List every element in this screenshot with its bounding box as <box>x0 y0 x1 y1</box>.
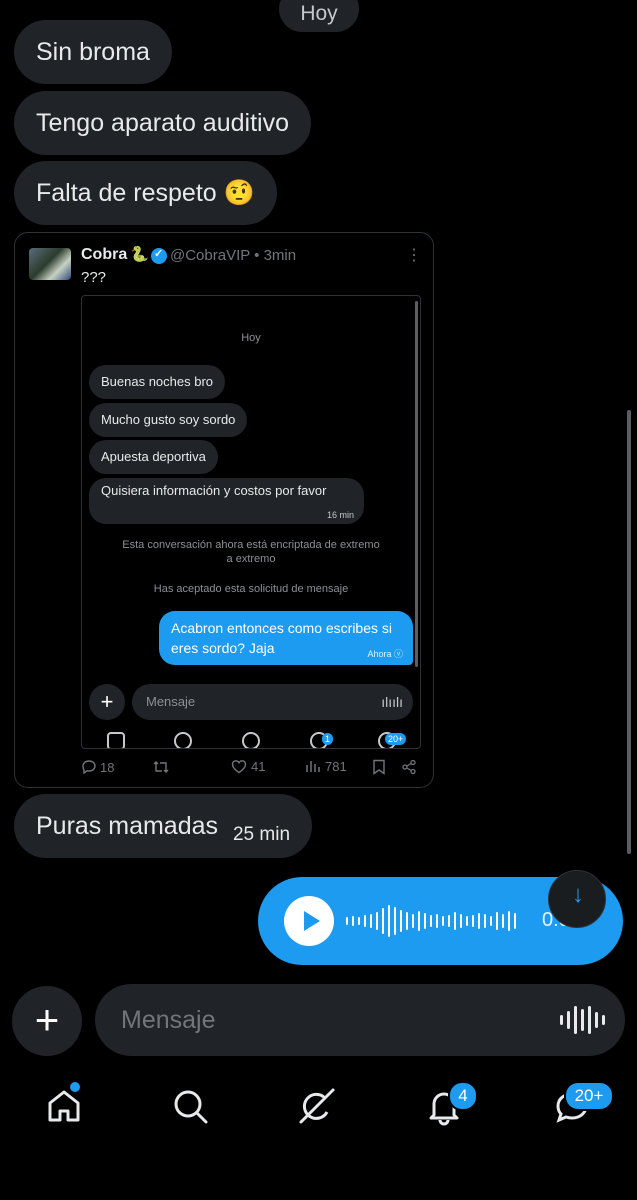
views-button[interactable]: 781 <box>305 759 347 774</box>
repost-icon <box>153 761 169 773</box>
post-image-screenshot[interactable]: Hoy Buenas noches bro Mucho gusto soy so… <box>81 295 421 749</box>
repost-button[interactable] <box>152 759 170 775</box>
message-input: Mensaje ılıılı <box>132 684 413 720</box>
grok-icon <box>242 732 260 748</box>
message-text: Puras mamadas <box>36 812 219 840</box>
home-icon <box>107 732 125 748</box>
heart-icon <box>231 760 247 774</box>
share-icon <box>402 759 416 775</box>
message-time: 16 min <box>326 510 354 520</box>
messages-badge: 20+ <box>564 1081 614 1111</box>
notification-badge: 4 <box>448 1081 478 1111</box>
nav-search[interactable] <box>170 1086 210 1130</box>
bookmark-icon <box>373 759 385 775</box>
date-divider: Hoy <box>241 332 261 344</box>
message-bubble[interactable]: Puras mamadas 25 min <box>14 794 313 858</box>
scrollbar[interactable] <box>627 410 631 854</box>
audio-waveform[interactable] <box>346 903 516 939</box>
message-text: Acabron entonces como escribes si eres s… <box>171 620 392 656</box>
nav-messages[interactable]: 20+ <box>552 1081 614 1130</box>
shared-post-card[interactable]: Cobra 🐍 @CobraVIP • 3min ⋮ ??? Hoy Buena… <box>14 232 434 788</box>
message-bubble: Mucho gusto soy sordo <box>89 403 248 437</box>
views-icon <box>306 761 320 772</box>
notification-badge: 1 <box>322 733 334 745</box>
input-placeholder: Mensaje <box>146 694 196 709</box>
add-attachment-button[interactable]: + <box>12 986 82 1056</box>
post-handle-time: @CobraVIP • 3min <box>170 247 297 264</box>
search-icon <box>174 1090 208 1124</box>
message-bubble[interactable]: Tengo aparato auditivo <box>14 91 311 155</box>
share-button[interactable] <box>401 759 417 775</box>
message-bubble: Apuesta deportiva <box>89 440 218 474</box>
post-author-name: Cobra <box>81 246 128 263</box>
search-icon <box>174 732 192 748</box>
voice-record-icon[interactable] <box>560 1006 605 1034</box>
verified-badge-icon <box>151 247 167 264</box>
message-time: 25 min <box>232 824 291 845</box>
message-text: Quisiera información y costos por favor <box>101 483 327 498</box>
scroll-to-bottom-button[interactable] <box>548 870 607 928</box>
bookmark-button[interactable] <box>372 759 386 775</box>
reply-icon <box>82 760 96 775</box>
sent-message-bubble: Acabron entonces como escribes si eres s… <box>159 611 413 665</box>
encryption-notice: Esta conversación ahora está encriptada … <box>122 539 380 565</box>
date-divider: Hoy <box>279 0 359 32</box>
post-text: ??? <box>81 269 107 286</box>
message-bubble: Buenas noches bro <box>89 365 226 399</box>
nav-home[interactable] <box>44 1082 84 1130</box>
snake-emoji-icon: 🐍 <box>130 246 149 263</box>
grok-icon <box>299 1088 335 1124</box>
add-attachment-button: + <box>89 684 125 720</box>
reply-button[interactable]: 18 <box>81 759 114 775</box>
unread-dot <box>70 1082 80 1092</box>
home-icon <box>48 1090 80 1122</box>
nav-grok[interactable] <box>297 1086 337 1130</box>
like-count: 41 <box>251 759 266 774</box>
messages-badge: 20+ <box>385 733 407 745</box>
play-icon[interactable] <box>284 896 334 946</box>
request-accepted-notice: Has aceptado esta solicitud de mensaje <box>153 583 349 595</box>
voice-wave-icon: ılıılı <box>381 694 403 710</box>
input-placeholder: Mensaje <box>121 1006 216 1034</box>
message-bubble[interactable]: Sin broma <box>14 20 172 84</box>
more-options-icon[interactable]: ⋮ <box>406 245 422 265</box>
nav-notifications[interactable]: 4 <box>424 1081 478 1130</box>
like-button[interactable]: 41 <box>231 759 265 774</box>
reply-count: 18 <box>100 760 115 775</box>
message-bubble: Quisiera información y costos por favor … <box>89 478 364 524</box>
avatar[interactable] <box>29 248 71 280</box>
message-input[interactable]: Mensaje <box>95 984 625 1056</box>
views-count: 781 <box>325 759 347 774</box>
message-time: Ahora ⓥ <box>367 649 403 659</box>
message-bubble[interactable]: Falta de respeto 🤨 <box>14 161 277 225</box>
scrollbar <box>415 301 418 667</box>
